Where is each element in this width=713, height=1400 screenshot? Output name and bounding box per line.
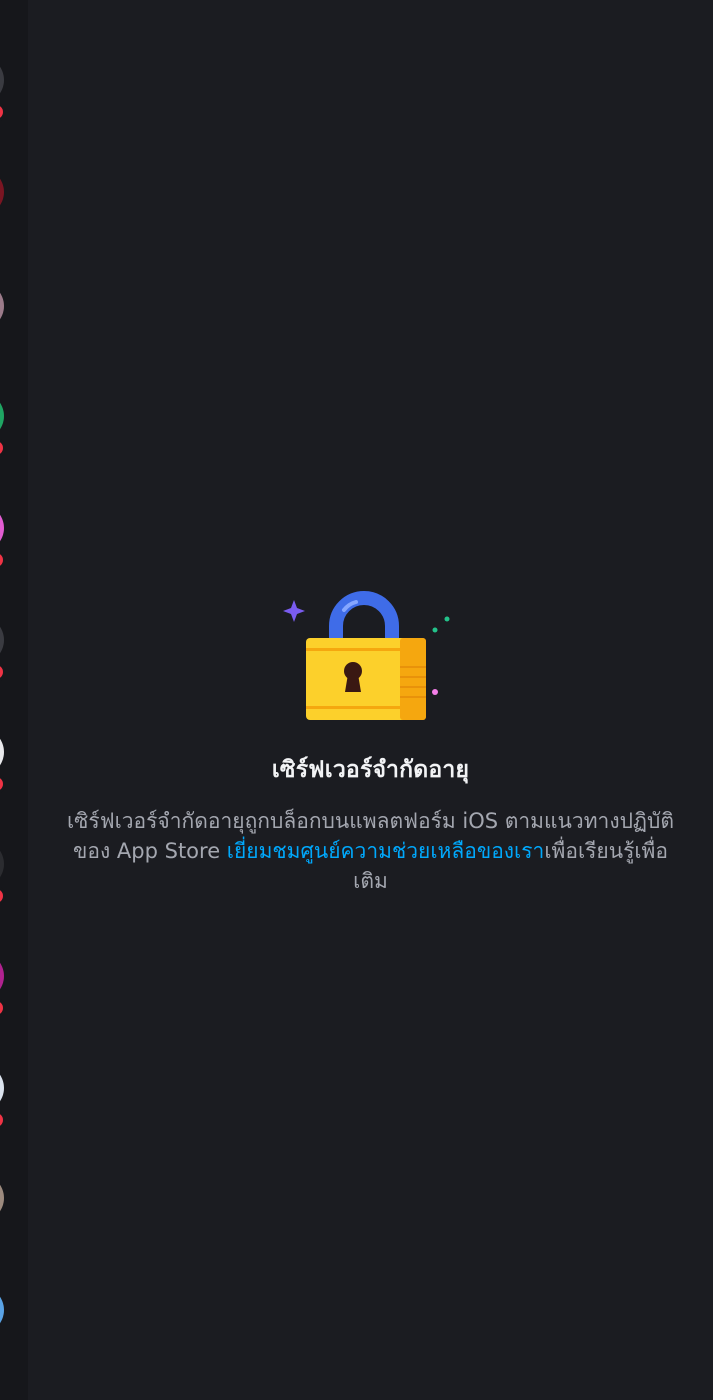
server-icon[interactable] [0,168,4,216]
unread-badge [0,550,6,570]
app-root: เซิร์ฟเวอร์จำกัดอายุ เซิร์ฟเวอร์จำกัดอาย… [0,0,713,1400]
unread-badge [0,1110,6,1130]
server-icon[interactable] [0,952,4,1000]
unread-badge [0,662,6,682]
server-icon[interactable] [0,728,4,776]
server-icon[interactable] [0,1286,4,1334]
unread-badge [0,102,6,122]
lock-shackle [328,591,399,644]
help-center-link[interactable]: เยี่ยมชมศูนย์ความช่วยเหลือของเรา [227,839,545,863]
unread-badge [0,774,6,794]
age-restricted-notice: เซิร์ฟเวอร์จำกัดอายุ เซิร์ฟเวอร์จำกัดอาย… [28,588,713,896]
padlock-icon [276,588,466,728]
unread-badge [0,438,6,458]
server-icon[interactable] [0,392,4,440]
server-icon[interactable] [0,1174,4,1222]
server-icon[interactable] [0,1064,4,1112]
server-icon[interactable] [0,56,4,104]
notice-description: เซิร์ฟเวอร์จำกัดอายุถูกบล็อกบนแพลตฟอร์ม … [66,806,676,896]
server-icon[interactable] [0,282,4,330]
server-icon[interactable] [0,840,4,888]
server-icon[interactable] [0,616,4,664]
sparkle-icon [282,600,305,622]
sparkle-dot [431,689,438,695]
notice-title: เซิร์ฟเวอร์จำกัดอายุ [271,757,470,783]
sparkle-dot [432,627,437,633]
server-rail[interactable] [0,0,28,1400]
unread-badge [0,998,6,1018]
sparkle-dot [444,616,449,622]
server-icon[interactable] [0,504,4,552]
main-content: เซิร์ฟเวอร์จำกัดอายุ เซิร์ฟเวอร์จำกัดอาย… [28,0,713,1400]
unread-badge [0,886,6,906]
